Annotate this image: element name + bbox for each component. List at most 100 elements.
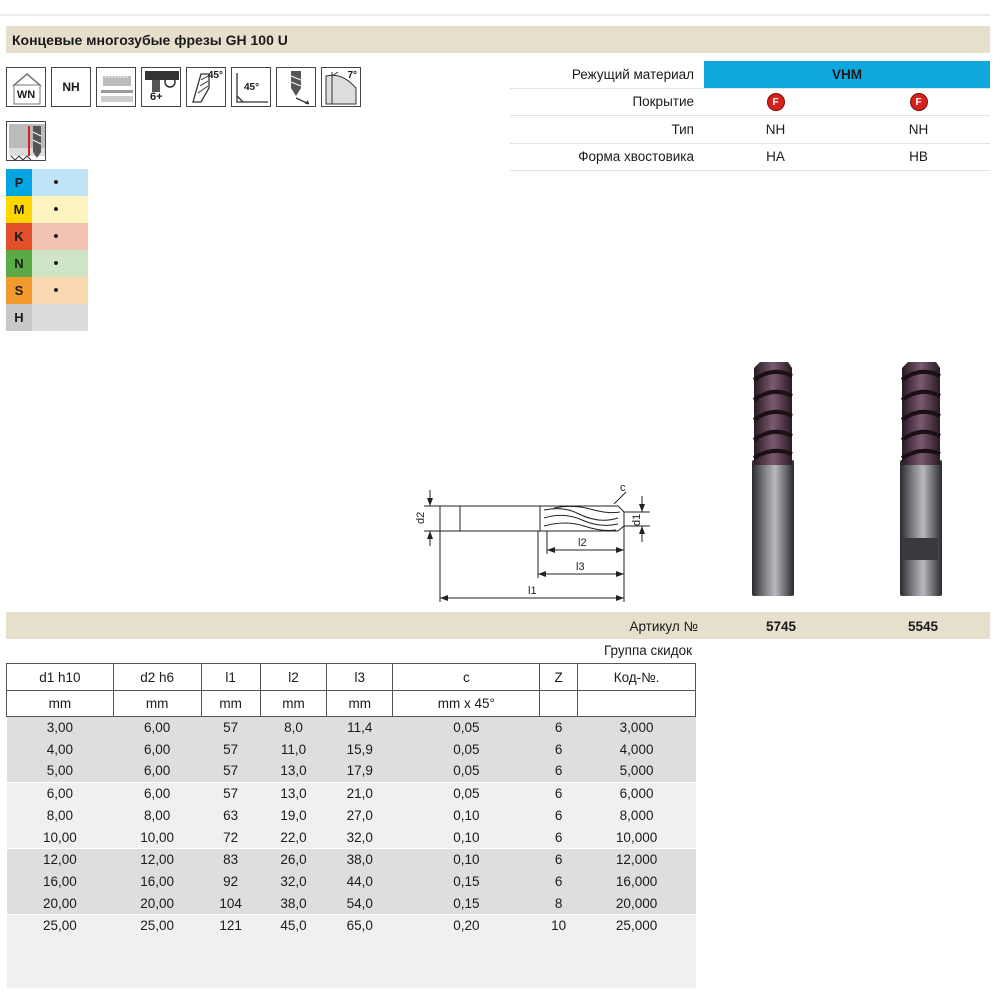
table-cell: 32,0: [260, 870, 327, 893]
table-filler-row: [6, 937, 696, 989]
material-letter: N: [6, 250, 32, 277]
table-cell: 25,00: [6, 914, 114, 938]
coating-f-icon: F: [909, 92, 928, 111]
type-value: NH: [908, 121, 929, 137]
tool-photo-5545: [900, 362, 942, 596]
material-letter: S: [6, 277, 32, 304]
table-cell: 0,05: [392, 782, 540, 805]
dim-d1: d1: [631, 514, 643, 526]
dim-d2: d2: [415, 512, 427, 524]
article-label: Артикул №: [629, 619, 698, 634]
table-cell: 10: [539, 914, 578, 938]
table-cell: 38,0: [260, 892, 327, 915]
table-cell: 0,05: [392, 715, 540, 739]
suitability-dot: •: [53, 255, 59, 272]
table-cell: 5,00: [6, 760, 114, 783]
table-cell: 0,05: [392, 738, 540, 761]
table-cell: 6: [539, 715, 578, 739]
table-cell: 27,0: [326, 804, 393, 827]
table-cell: 3,00: [6, 715, 114, 739]
column-unit: [577, 690, 696, 717]
dimensions-table: d1 h10 d2 h6 l1 l2 l3 c Z Код-№. mm mm mm mm mm mm x…: [6, 663, 696, 989]
table-cell: 0,15: [392, 892, 540, 915]
table-cell: 12,00: [6, 848, 114, 871]
material-row-s: S •: [6, 277, 88, 304]
table-cell: 83: [201, 848, 261, 871]
table-cell: 45,0: [260, 914, 327, 938]
spec-label: Режущий материал: [571, 66, 694, 82]
table-row: 8,00 8,00 63 19,0 27,0 0,10 6 8,000: [6, 804, 696, 827]
table-cell: 21,0: [326, 782, 393, 805]
angle-7-icon: 7°: [321, 67, 361, 107]
column-header: l2: [259, 663, 328, 691]
table-cell: 6,00: [113, 782, 202, 805]
table-row: 3,00 6,00 57 8,0 11,4 0,05 6 3,000: [6, 715, 696, 739]
table-cell: 6: [539, 848, 578, 871]
table-cell: 8,0: [260, 715, 327, 739]
title-bar: Концевые многозубые фрезы GH 100 U: [6, 26, 990, 53]
tool-dimension-drawing: d2 d1 c l2 l3 l1: [415, 482, 650, 602]
table-cell: 8: [539, 892, 578, 915]
column-unit: mm: [326, 690, 394, 717]
table-row: 4,00 6,00 57 11,0 15,9 0,05 6 4,000: [6, 738, 696, 761]
table-cell: 65,0: [326, 914, 393, 938]
table-cell: 32,0: [326, 826, 393, 849]
spec-label: Покрытие: [632, 94, 694, 110]
table-cell: 121: [201, 914, 261, 938]
material-letter: P: [6, 169, 32, 196]
column-header: d2 h6: [112, 663, 202, 691]
article-number-5545: 5545: [907, 619, 939, 634]
type-value: NH: [765, 121, 786, 137]
table-cell: 104: [201, 892, 261, 915]
table-cell: 6,000: [577, 782, 696, 805]
top-rule: [0, 14, 990, 16]
table-cell: 11,4: [326, 715, 393, 739]
table-cell: 6,00: [113, 715, 202, 739]
shank-value: HB: [909, 149, 928, 165]
table-cell: 0,15: [392, 870, 540, 893]
table-cell: 5,000: [577, 760, 696, 783]
column-header: d1 h10: [6, 663, 114, 691]
table-cell: 25,00: [113, 914, 202, 938]
cutting-depth-icon: [96, 67, 136, 107]
material-letter: H: [6, 304, 32, 331]
table-cell: 12,00: [113, 848, 202, 871]
table-cell: 10,000: [577, 826, 696, 849]
table-cell: 0,05: [392, 760, 540, 783]
table-cell: 8,000: [577, 804, 696, 827]
spec-label: Тип: [671, 121, 694, 137]
table-cell: 63: [201, 804, 261, 827]
suitability-dot: •: [53, 174, 59, 191]
spec-table: Режущий материал VHM Покрытие F F Тип NH…: [510, 60, 990, 171]
material-row-n: N •: [6, 250, 88, 277]
table-cell: 57: [201, 760, 261, 783]
table-cell: 54,0: [326, 892, 393, 915]
spec-row-material: Режущий материал VHM: [510, 60, 990, 89]
table-cell: 0,10: [392, 826, 540, 849]
spec-row-coating: Покрытие F F: [510, 89, 990, 116]
table-cell: 44,0: [326, 870, 393, 893]
material-letter: M: [6, 196, 32, 223]
spec-label: Форма хвостовика: [578, 149, 694, 165]
table-cell: 20,000: [577, 892, 696, 915]
chamfer-45-icon: 45°: [231, 67, 271, 107]
column-header: l1: [200, 663, 261, 691]
article-bar: Артикул № 5745 5545: [6, 612, 990, 639]
table-cell: 6,00: [6, 782, 114, 805]
table-cell: 4,000: [577, 738, 696, 761]
table-cell: 11,0: [260, 738, 327, 761]
column-unit: mm: [6, 690, 114, 717]
material-letter: K: [6, 223, 32, 250]
nh-icon: NH: [51, 67, 91, 107]
material-groups: P • M • K • N • S • H: [6, 169, 88, 331]
column-unit: [539, 690, 579, 717]
table-row: 5,00 6,00 57 13,0 17,9 0,05 6 5,000: [6, 760, 696, 783]
table-row: 16,00 16,00 92 32,0 44,0 0,15 6 16,000: [6, 870, 696, 893]
table-cell: 16,000: [577, 870, 696, 893]
column-unit: mm x 45°: [392, 690, 541, 717]
table-cell: 6,00: [113, 738, 202, 761]
table-cell: 6: [539, 782, 578, 805]
material-row-p: P •: [6, 169, 88, 196]
table-filler: [6, 937, 696, 989]
table-cell: 0,10: [392, 804, 540, 827]
